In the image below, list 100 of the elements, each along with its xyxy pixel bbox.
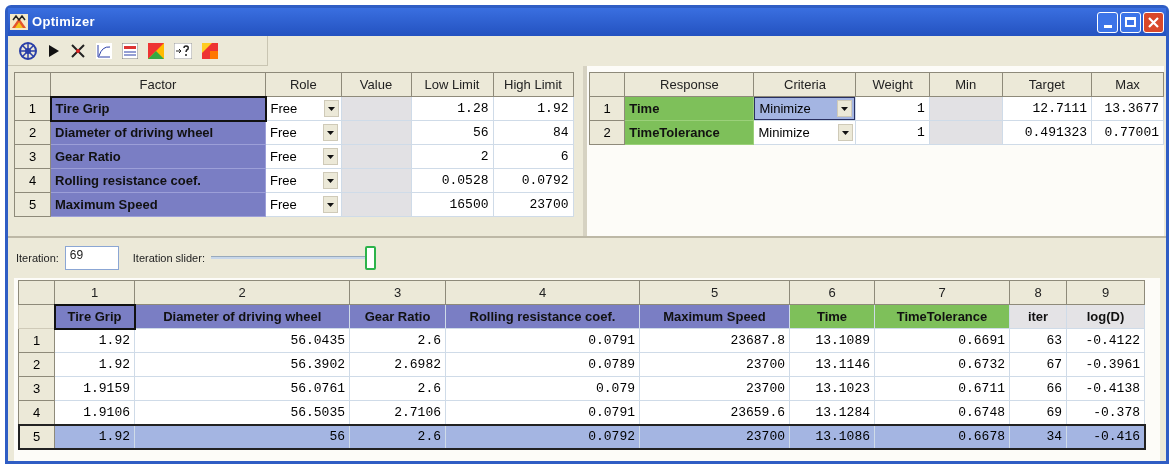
color-map-icon[interactable] <box>148 42 164 59</box>
curve-chart-icon[interactable] <box>96 42 112 59</box>
column-number[interactable]: 2 <box>134 280 350 305</box>
table-cell: 0.0791 <box>445 328 640 353</box>
table-cell: 23700 <box>639 376 790 401</box>
column-header: Max <box>1091 72 1164 97</box>
column-name-cell[interactable]: TimeTolerance <box>874 304 1010 329</box>
factor-name-cell[interactable]: Diameter of driving wheel <box>50 120 266 145</box>
table-cell: 56.5035 <box>134 400 350 425</box>
table-cell: 23687.8 <box>639 328 790 353</box>
table-cell: 0.0792 <box>445 424 640 449</box>
play-icon[interactable] <box>48 43 60 58</box>
app-logo-icon <box>10 14 28 30</box>
column-number[interactable]: 9 <box>1066 280 1145 305</box>
column-header: Weight <box>855 72 930 97</box>
caret-icon <box>842 130 850 135</box>
factor-name-cell[interactable]: Gear Ratio <box>50 144 266 169</box>
dropdown[interactable]: Minimize <box>754 97 856 120</box>
row-header[interactable]: 2 <box>589 120 625 145</box>
help-icon[interactable] <box>174 42 192 59</box>
row-header[interactable]: 3 <box>14 144 51 169</box>
column-name-cell[interactable]: Diameter of driving wheel <box>134 304 350 329</box>
table-cell: 13.1086 <box>789 424 875 449</box>
dropdown[interactable]: Free <box>266 169 340 192</box>
column-header: Criteria <box>753 72 856 97</box>
slider-label: Iteration slider: <box>132 250 205 266</box>
table-cell: 23659.6 <box>639 400 790 425</box>
row-header[interactable]: 5 <box>18 424 55 449</box>
caret-icon <box>841 106 849 111</box>
column-number[interactable]: 7 <box>874 280 1010 305</box>
row-header[interactable]: 1 <box>14 96 51 121</box>
table-cell: 0.6711 <box>874 376 1010 401</box>
table-cell: 56 <box>134 424 350 449</box>
row-header[interactable]: 4 <box>18 400 55 425</box>
maximize-button[interactable] <box>1120 11 1141 33</box>
column-number[interactable]: 1 <box>54 280 135 305</box>
table-cell: 1.92 <box>54 424 135 449</box>
table-cell: 2.6982 <box>349 352 446 377</box>
column-number[interactable]: 3 <box>349 280 446 305</box>
column-number[interactable]: 5 <box>639 280 790 305</box>
table-cell: 0.0791 <box>445 400 640 425</box>
response-name-cell[interactable]: Time <box>624 96 754 121</box>
factor-name-cell[interactable]: Maximum Speed <box>50 192 266 217</box>
iteration-field[interactable]: 69 <box>64 246 119 270</box>
table-cell: 2.7106 <box>349 400 446 425</box>
row-header[interactable]: 2 <box>14 120 51 145</box>
close-button[interactable] <box>1143 11 1164 33</box>
column-header: High Limit <box>493 72 573 97</box>
row-header[interactable]: 1 <box>18 328 55 353</box>
column-header: Low Limit <box>411 72 493 97</box>
dropdown[interactable]: Free <box>266 145 340 168</box>
column-name-cell[interactable]: Maximum Speed <box>639 304 790 329</box>
table-cell: -0.416 <box>1066 424 1145 449</box>
table-chart-icon[interactable] <box>122 42 138 59</box>
column-header: Role <box>265 72 341 97</box>
caret-icon <box>327 202 334 207</box>
caret-icon <box>327 178 334 183</box>
column-header: Target <box>1002 72 1092 97</box>
dropdown[interactable]: Minimize <box>754 121 856 144</box>
column-header: Response <box>624 72 754 97</box>
column-number[interactable]: 4 <box>445 280 640 305</box>
table-cell: 2.6 <box>349 424 446 449</box>
column-header: Factor <box>50 72 266 97</box>
window-title: Optimizer <box>32 13 95 32</box>
caret-icon <box>327 154 334 159</box>
table-cell: 23700 <box>639 352 790 377</box>
color-square-icon[interactable] <box>202 42 218 59</box>
row-header[interactable]: 5 <box>14 192 51 217</box>
response-name-cell[interactable]: TimeTolerance <box>624 120 754 145</box>
slider[interactable] <box>210 246 376 270</box>
factor-name-cell[interactable]: Tire Grip <box>50 96 266 121</box>
column-number[interactable]: 8 <box>1009 280 1067 305</box>
table-cell: 0.6732 <box>874 352 1010 377</box>
column-name-cell[interactable]: Rolling resistance coef. <box>445 304 640 329</box>
column-header: Value <box>341 72 411 97</box>
minimize-button[interactable] <box>1097 11 1118 33</box>
table-cell: 0.6691 <box>874 328 1010 353</box>
row-header[interactable]: 3 <box>18 376 55 401</box>
dropdown[interactable]: Free <box>266 97 341 120</box>
table-cell: 0.0789 <box>445 352 640 377</box>
row-header[interactable]: 4 <box>14 168 51 193</box>
table-cell: 34 <box>1009 424 1067 449</box>
column-number[interactable]: 6 <box>789 280 875 305</box>
caret-icon <box>327 130 334 135</box>
row-header[interactable]: 2 <box>18 352 55 377</box>
table-cell: 0.079 <box>445 376 640 401</box>
column-name-cell[interactable]: Gear Ratio <box>349 304 446 329</box>
column-name-cell[interactable]: Tire Grip <box>54 304 135 329</box>
dropdown[interactable]: Free <box>266 193 340 216</box>
table-cell: 56.3902 <box>134 352 350 377</box>
dropdown[interactable]: Free <box>266 121 340 144</box>
factor-name-cell[interactable]: Rolling resistance coef. <box>50 168 266 193</box>
cross-arrows-icon[interactable] <box>70 42 86 59</box>
slider-thumb[interactable] <box>364 246 376 270</box>
table-cell: 0.491323 <box>1002 120 1092 145</box>
table-cell: 56.0761 <box>134 376 350 401</box>
column-header: Min <box>929 72 1003 97</box>
iteration-label: Iteration: <box>16 250 59 266</box>
network-icon[interactable] <box>18 40 38 61</box>
row-header[interactable]: 1 <box>589 96 625 121</box>
